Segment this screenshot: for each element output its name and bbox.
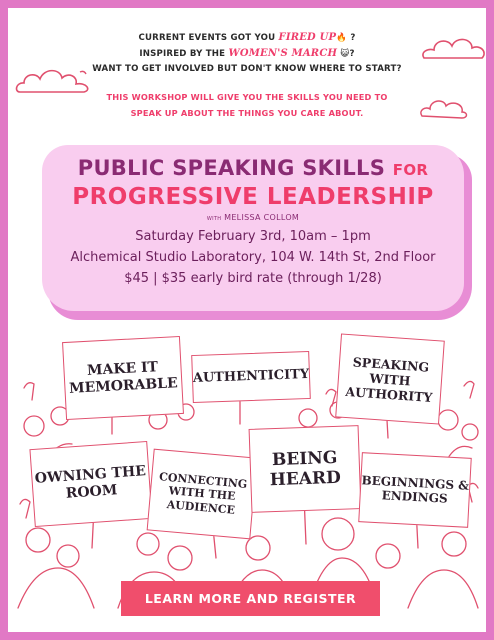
sign-connecting-with-audience: CONNECTING WITH THE AUDIENCE	[146, 448, 258, 540]
intro-questions: CURRENT EVENTS GOT YOU FIRED UP🔥 ? INSPI…	[8, 30, 486, 77]
intro-line-get-involved: WANT TO GET INVOLVED BUT DON'T KNOW WHER…	[92, 64, 402, 74]
title-line-1: PUBLIC SPEAKING SKILLS FOR	[42, 155, 464, 183]
workshop-pitch: THIS WORKSHOP WILL GIVE YOU THE SKILLS Y…	[8, 89, 486, 121]
title-for: FOR	[392, 161, 429, 179]
intro-line-fired-up: CURRENT EVENTS GOT YOU FIRED UP🔥 ?	[8, 30, 486, 46]
pitch-line-2: SPEAK UP ABOUT THE THINGS YOU CARE ABOUT…	[130, 108, 364, 118]
cat-emoji-icon: 😺?	[337, 49, 355, 59]
title-line-2: PROGRESSIVE LEADERSHIP	[72, 184, 434, 210]
presenter-name: MELISSA COLLOM	[224, 213, 300, 222]
highlight-fired-up: FIRED UP	[278, 32, 337, 43]
sign-being-heard: BEING HEARD	[248, 425, 362, 513]
sign-owning-the-room: OWNING THE ROOM	[29, 440, 153, 528]
sign-label: MAKE IT MEMORABLE	[68, 359, 179, 397]
intro-text: INSPIRED BY THE	[139, 49, 229, 59]
sign-label: SPEAKING WITH AUTHORITY	[345, 353, 433, 405]
fire-emoji-icon: 🔥 ?	[336, 33, 356, 43]
presenter-prefix: WITH	[206, 216, 222, 222]
pitch-line-1: THIS WORKSHOP WILL GIVE YOU THE SKILLS Y…	[106, 92, 388, 102]
event-price: $45 | $35 early bird rate (through 1/28)	[124, 271, 382, 286]
sign-make-it-memorable: MAKE IT MEMORABLE	[62, 335, 184, 421]
sign-speaking-with-authority: SPEAKING WITH AUTHORITY	[335, 333, 445, 425]
event-location: Alchemical Studio Laboratory, 104 W. 14t…	[70, 250, 436, 265]
event-date: Saturday February 3rd, 10am – 1pm	[135, 229, 371, 244]
sign-label: AUTHENTICITY	[192, 367, 310, 387]
sign-label: BEING HEARD	[269, 447, 342, 491]
title-text: PUBLIC SPEAKING SKILLS	[77, 156, 386, 180]
learn-more-register-button[interactable]: LEARN MORE AND REGISTER	[121, 581, 380, 616]
sign-label: BEGINNINGS & ENDINGS	[361, 472, 470, 506]
intro-line-womens-march: INSPIRED BY THE WOMEN'S MARCH 😺?	[8, 46, 486, 62]
title-box: PUBLIC SPEAKING SKILLS FOR PROGRESSIVE L…	[42, 145, 464, 311]
sign-label: OWNING THE ROOM	[34, 463, 147, 502]
event-poster: CURRENT EVENTS GOT YOU FIRED UP🔥 ? INSPI…	[0, 0, 494, 640]
intro-text: CURRENT EVENTS GOT YOU	[138, 33, 279, 43]
sign-label: CONNECTING WITH THE AUDIENCE	[158, 470, 248, 517]
presenter: WITH MELISSA COLLOM	[42, 213, 464, 222]
sign-authenticity: AUTHENTICITY	[191, 350, 311, 404]
highlight-womens-march: WOMEN'S MARCH	[228, 48, 338, 59]
sign-beginnings-endings: BEGINNINGS & ENDINGS	[358, 452, 472, 528]
